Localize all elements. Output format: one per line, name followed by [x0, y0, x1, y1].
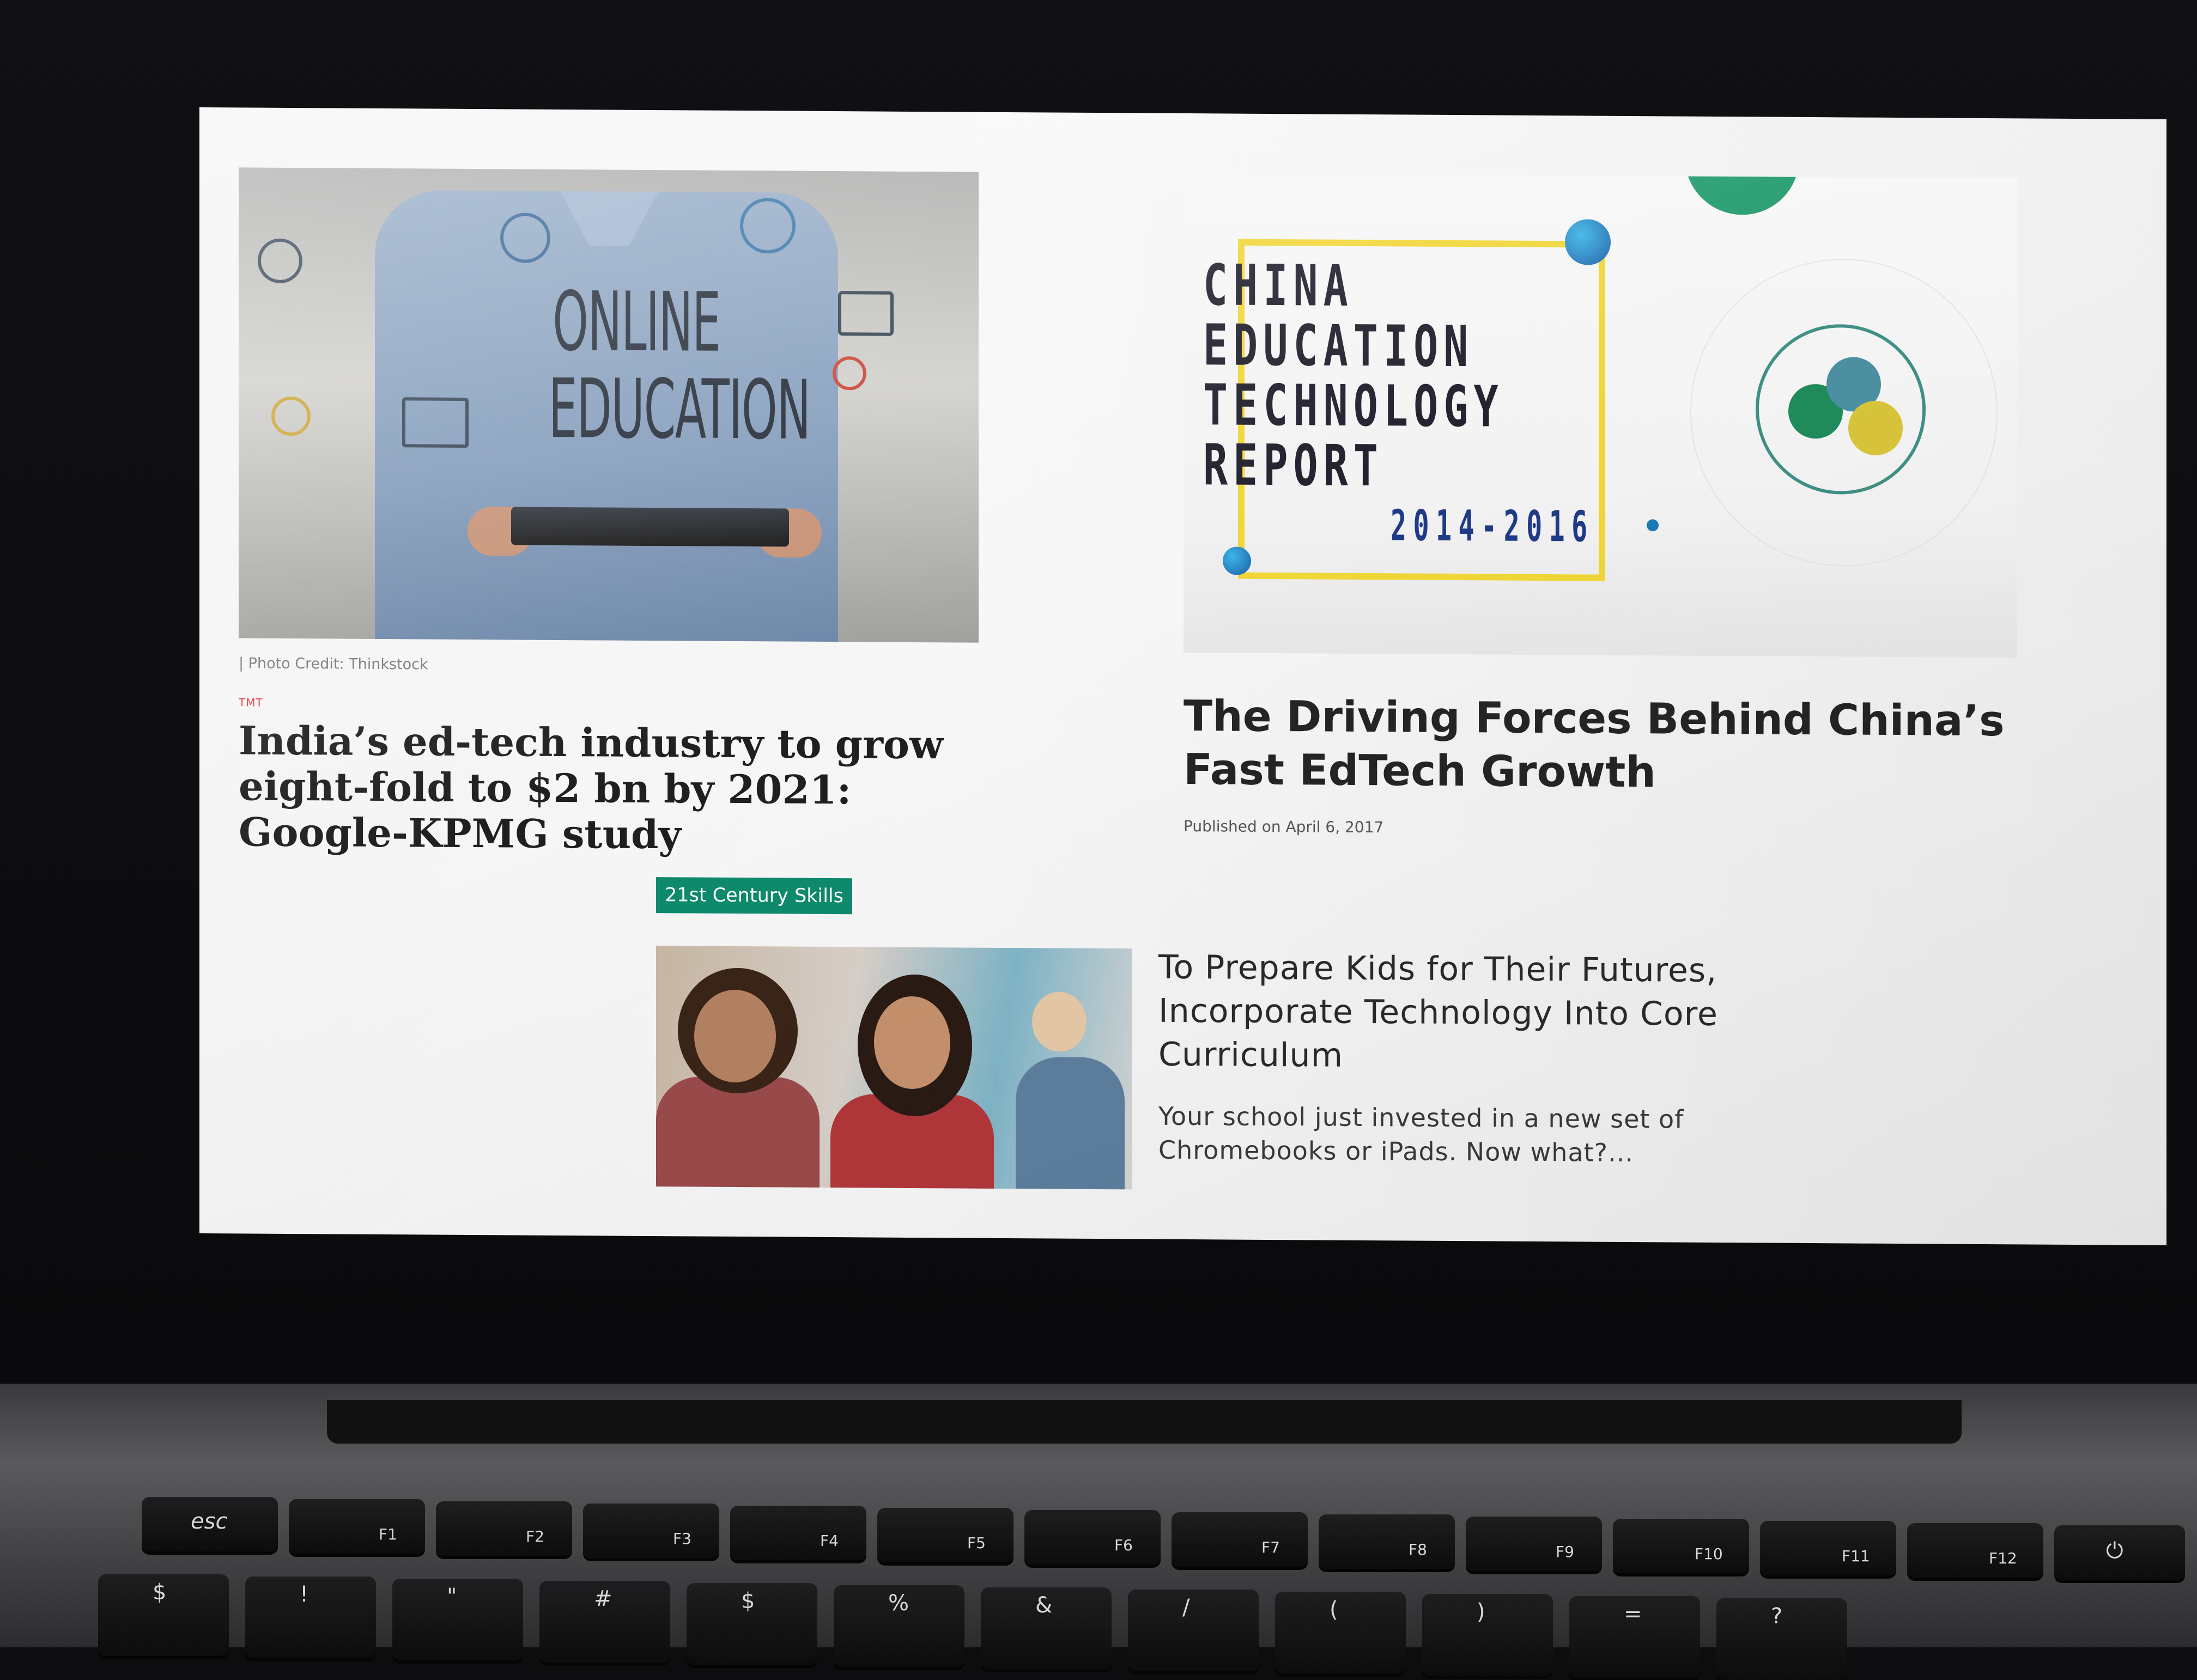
tablet-icon	[511, 507, 789, 547]
key-3[interactable]: #	[539, 1581, 670, 1663]
report-years: 2014-2016	[1391, 501, 1594, 552]
photo-credit: | Photo Credit: Thinkstock	[239, 655, 428, 673]
key-f4[interactable]: F4	[730, 1506, 866, 1560]
article-headline-right[interactable]: The Driving Forces Behind China’s Fast E…	[1184, 690, 2012, 801]
image-title: ONLINE EDUCATION	[548, 274, 810, 458]
key-5[interactable]: %	[834, 1585, 964, 1667]
key-4[interactable]: $	[687, 1583, 817, 1665]
key-f12[interactable]: F12	[1907, 1523, 2043, 1578]
network-icon	[740, 198, 796, 254]
key-1[interactable]: !	[245, 1576, 376, 1658]
boy-body	[1016, 1057, 1125, 1190]
magnifier-icon	[258, 238, 302, 284]
online-education-image[interactable]: ONLINE EDUCATION	[239, 167, 979, 643]
blue-dot-small	[1223, 546, 1251, 575]
key-dollar[interactable]: $	[98, 1574, 229, 1656]
lightbulb-icon	[271, 396, 311, 436]
image-title-line2: EDUCATION	[548, 361, 810, 458]
green-semicircle	[1685, 173, 1799, 215]
report-title-line4: REPORT	[1203, 431, 1383, 500]
article-excerpt: Your school just invested in a new set o…	[1158, 1101, 1684, 1168]
student-face	[694, 989, 776, 1083]
key-f11[interactable]: F11	[1760, 1521, 1896, 1575]
key-f8[interactable]: F8	[1319, 1514, 1455, 1569]
report-title-line2: EDUCATION	[1203, 312, 1474, 380]
key-f9[interactable]: F9	[1466, 1517, 1602, 1571]
image-title-line1: ONLINE	[553, 274, 720, 370]
key-0[interactable]: =	[1569, 1596, 1700, 1678]
key-f3[interactable]: F3	[583, 1504, 719, 1558]
report-title-line3: TECHNOLOGY	[1203, 372, 1504, 440]
teacher-face	[874, 996, 950, 1089]
power-icon: ⏻	[2106, 1538, 2123, 1563]
key-esc[interactable]: esc	[142, 1497, 278, 1551]
laptop-screen: ONLINE EDUCATION | Photo Credit: Thinkst…	[199, 107, 2166, 1246]
report-title: CHINA EDUCATION TECHNOLOGY REPORT	[1203, 252, 1504, 500]
key-9[interactable]: )	[1422, 1594, 1553, 1676]
pencil-icon	[1848, 400, 1903, 456]
video-icon	[838, 291, 894, 336]
key-f6[interactable]: F6	[1024, 1510, 1161, 1565]
category-badge[interactable]: 21st Century Skills	[656, 877, 852, 915]
apple-icon	[833, 356, 866, 391]
published-date: Published on April 6, 2017	[1184, 817, 1384, 837]
key-2[interactable]: "	[392, 1579, 523, 1660]
classroom-image[interactable]	[656, 946, 1132, 1190]
laptop-hinge	[327, 1400, 1962, 1444]
key-6[interactable]: &	[981, 1587, 1112, 1669]
key-question[interactable]: ?	[1716, 1598, 1847, 1680]
key-f2[interactable]: F2	[436, 1501, 572, 1556]
boy-face	[1032, 991, 1087, 1052]
student-body	[656, 1076, 820, 1190]
blue-dot-tiny	[1647, 519, 1659, 532]
key-f5[interactable]: F5	[877, 1508, 1013, 1562]
article-headline-bottom[interactable]: To Prepare Kids for Their Futures, Incor…	[1158, 946, 1812, 1080]
key-power[interactable]: ⏻	[2054, 1525, 2185, 1580]
report-title-line1: CHINA	[1203, 252, 1354, 319]
key-8[interactable]: (	[1275, 1592, 1406, 1673]
china-report-image[interactable]: CHINA EDUCATION TECHNOLOGY REPORT 2014-2…	[1184, 173, 2017, 658]
globe-icon	[500, 212, 550, 263]
key-f7[interactable]: F7	[1172, 1512, 1308, 1567]
book-icon	[402, 397, 469, 448]
key-7[interactable]: /	[1128, 1590, 1259, 1671]
key-f10[interactable]: F10	[1613, 1519, 1749, 1573]
category-tag[interactable]: TMT	[239, 696, 263, 709]
blue-dot-large	[1565, 219, 1611, 265]
key-f1[interactable]: F1	[289, 1499, 425, 1554]
article-headline-left[interactable]: India’s ed-tech industry to grow eight-f…	[239, 717, 1002, 860]
